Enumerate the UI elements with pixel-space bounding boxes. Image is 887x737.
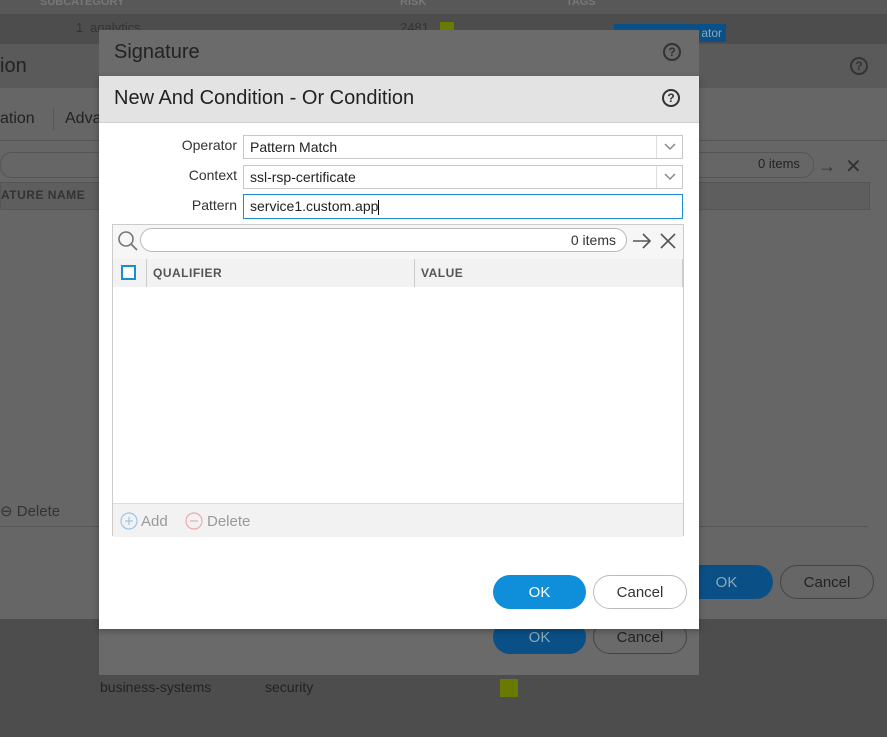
cancel-button[interactable]: Cancel xyxy=(780,565,874,599)
background-table-header: SUBCATEGORY RISK TAGS xyxy=(0,0,887,14)
add-label: Add xyxy=(141,512,168,530)
delete-button[interactable]: Delete xyxy=(185,512,250,530)
column-qualifier[interactable]: QUALIFIER xyxy=(147,259,415,287)
row-subcategory: security xyxy=(265,679,314,695)
column-tags: TAGS xyxy=(566,0,596,8)
or-condition-dialog: New And Condition - Or Condition ? Opera… xyxy=(99,76,699,629)
tab-divider xyxy=(53,108,54,130)
context-value: ssl-rsp-certificate xyxy=(250,169,356,185)
operator-select[interactable]: Pattern Match xyxy=(243,135,683,159)
pattern-value: service1.custom.app xyxy=(250,198,379,214)
ok-button[interactable]: OK xyxy=(493,575,586,609)
dialog-title: ion xyxy=(0,55,27,77)
column-qualifier-label: QUALIFIER xyxy=(153,266,223,280)
tab-advanced[interactable]: Adva xyxy=(65,110,101,128)
delete-button[interactable]: ⊖ Delete xyxy=(0,502,60,520)
context-label: Context xyxy=(188,167,237,183)
column-signature-name: ATURE NAME xyxy=(1,188,86,202)
chevron-down-icon[interactable] xyxy=(656,166,682,188)
items-count: 0 items xyxy=(570,232,616,248)
text-cursor xyxy=(378,199,380,215)
select-all-cell xyxy=(113,259,147,287)
arrow-right-icon[interactable] xyxy=(631,231,653,256)
help-icon[interactable]: ? xyxy=(850,57,868,75)
pattern-input[interactable]: service1.custom.app xyxy=(243,194,683,219)
column-risk: RISK xyxy=(400,0,427,8)
minus-circle-icon xyxy=(185,512,203,530)
minus-icon: ⊖ xyxy=(0,503,13,520)
delete-label: Delete xyxy=(207,512,251,530)
grid-body xyxy=(113,287,683,503)
search-icon xyxy=(117,230,139,257)
risk-badge xyxy=(500,679,518,697)
help-icon[interactable]: ? xyxy=(662,89,680,107)
dialog-title: New And Condition - Or Condition xyxy=(114,87,415,109)
operator-value: Pattern Match xyxy=(250,139,338,155)
column-value[interactable]: VALUE xyxy=(415,259,683,287)
select-all-checkbox[interactable] xyxy=(121,265,136,280)
close-icon[interactable]: ✕ xyxy=(845,154,862,179)
signature-dialog-header: Signature ? xyxy=(99,30,699,76)
items-count: 0 items xyxy=(758,156,800,171)
plus-circle-icon xyxy=(120,512,138,530)
chevron-down-icon[interactable] xyxy=(656,136,682,158)
help-icon[interactable]: ? xyxy=(663,43,681,61)
row-category: business-systems xyxy=(100,679,212,695)
row-index: 1 xyxy=(76,20,84,35)
grid-toolbar: 0 items xyxy=(113,225,683,260)
grid-footer: Add Delete xyxy=(113,503,683,537)
background-table-row-2: business-systems security xyxy=(0,675,887,737)
column-value-label: VALUE xyxy=(421,266,464,280)
column-subcategory: SUBCATEGORY xyxy=(40,0,125,8)
context-select[interactable]: ssl-rsp-certificate xyxy=(243,165,683,189)
search-input[interactable]: 0 items xyxy=(140,228,627,252)
pattern-label: Pattern xyxy=(191,197,237,213)
dialog-header: New And Condition - Or Condition ? xyxy=(99,76,699,123)
dialog-title: Signature xyxy=(114,41,200,63)
operator-label: Operator xyxy=(181,137,237,153)
add-button[interactable]: Add xyxy=(120,512,168,530)
close-icon[interactable] xyxy=(659,232,677,255)
arrow-right-icon[interactable]: → xyxy=(818,156,836,177)
grid-header: QUALIFIER VALUE xyxy=(113,259,683,288)
qualifier-grid: 0 items QUALIFIER VALUE Add Delete xyxy=(112,224,684,537)
tab-configuration[interactable]: ation xyxy=(0,110,35,128)
cancel-button[interactable]: Cancel xyxy=(593,575,687,609)
